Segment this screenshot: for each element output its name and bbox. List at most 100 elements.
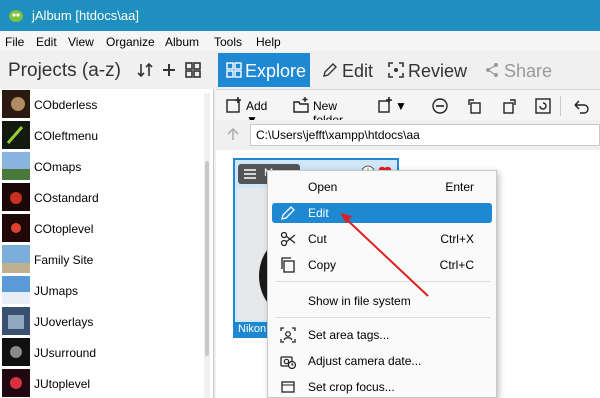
project-item[interactable]: JUsurround (0, 337, 200, 368)
add-button[interactable]: Add ▼ (226, 97, 282, 127)
tab-share[interactable]: Share (482, 53, 562, 87)
menu-item-label: Cut (308, 232, 327, 246)
add-page-icon (378, 97, 392, 113)
grid-view-icon[interactable] (184, 61, 202, 79)
project-name: JUsurround (34, 346, 97, 360)
menu-item-edit[interactable]: Edit (272, 203, 492, 223)
menu-item-set-crop-focus[interactable]: Set crop focus... (272, 377, 492, 397)
menu-bar: File Edit View Organize Album Tools Help (0, 31, 600, 51)
menu-file[interactable]: File (5, 35, 24, 49)
copy-icon (281, 257, 295, 273)
project-name: JUmaps (34, 284, 79, 298)
project-item[interactable]: CObderless (0, 89, 200, 120)
project-item[interactable]: JUoverlays (0, 306, 200, 337)
menu-edit[interactable]: Edit (36, 35, 57, 49)
projects-sidebar: Projects (a-z) CObderless COleftmenu COm… (0, 51, 214, 398)
project-name: COmaps (34, 160, 82, 174)
projects-header: Projects (a-z) (0, 51, 214, 89)
tag-area-icon (280, 327, 296, 343)
tab-review[interactable]: Review (386, 53, 470, 87)
sidebar-scrollbar[interactable] (204, 93, 210, 398)
menu-item-set-area-tags[interactable]: Set area tags... (272, 325, 492, 345)
menu-album[interactable]: Album (165, 35, 199, 49)
project-name: COtoplevel (34, 222, 94, 236)
rotate-right-icon[interactable] (500, 97, 518, 115)
menu-item-copy[interactable]: Copy Ctrl+C (272, 255, 492, 275)
project-name: JUtoplevel (34, 377, 91, 391)
scrollbar-thumb[interactable] (205, 161, 209, 356)
menu-view[interactable]: View (68, 35, 94, 49)
project-name: CObderless (34, 98, 98, 112)
tab-label: Edit (342, 61, 374, 81)
project-thumbnail (2, 338, 30, 366)
remove-icon[interactable] (431, 97, 449, 115)
menu-help[interactable]: Help (256, 35, 281, 49)
menu-item-label: Set area tags... (308, 328, 390, 342)
project-thumbnail (2, 307, 30, 335)
project-thumbnail (2, 369, 30, 397)
pencil-icon (323, 63, 337, 77)
project-item[interactable]: JUmaps (0, 275, 200, 306)
menu-tools[interactable]: Tools (214, 35, 242, 49)
sort-icon[interactable] (136, 61, 154, 79)
new-folder-button[interactable]: New folder (293, 97, 367, 127)
scissors-icon (280, 231, 296, 247)
menu-item-cut[interactable]: Cut Ctrl+X (272, 229, 492, 249)
window-title: jAlbum [htdocs\aa] (32, 8, 139, 23)
project-name: COleftmenu (34, 129, 99, 143)
project-thumbnail (2, 90, 30, 118)
rotate-left-icon[interactable] (466, 97, 484, 115)
project-item[interactable]: COmaps (0, 151, 200, 182)
refresh-icon[interactable] (534, 97, 552, 115)
add-icon[interactable] (160, 61, 178, 79)
menu-item-label: Adjust camera date... (308, 354, 422, 368)
menu-item-shortcut: Ctrl+X (440, 232, 474, 246)
menu-item-shortcut: Enter (445, 180, 474, 194)
project-thumbnail (2, 214, 30, 242)
undo-icon[interactable] (572, 97, 590, 115)
tab-explore[interactable]: Explore (218, 53, 310, 87)
project-item[interactable]: COtoplevel (0, 213, 200, 244)
add-image-icon (226, 97, 241, 113)
project-item[interactable]: JUtoplevel (0, 368, 200, 398)
project-name: COstandard (34, 191, 99, 205)
new-folder-icon (293, 97, 309, 113)
tab-edit[interactable]: Edit (320, 53, 384, 87)
hamburger-icon (244, 169, 256, 179)
menu-item-shortcut: Ctrl+C (439, 258, 474, 272)
grid-icon (226, 62, 242, 78)
menu-organize[interactable]: Organize (106, 35, 155, 49)
project-name: JUoverlays (34, 315, 94, 329)
menu-item-show-in-file-system[interactable]: Show in file system (272, 291, 492, 311)
menu-item-label: Open (308, 180, 338, 194)
menu-item-label: Edit (308, 206, 329, 220)
share-icon (486, 63, 498, 77)
menu-item-label: Set crop focus... (308, 380, 395, 394)
path-field[interactable]: C:\Users\jefft\xampp\htdocs\aa (250, 124, 600, 146)
pencil-icon (281, 206, 295, 220)
up-arrow-icon[interactable] (226, 127, 240, 141)
more-add-caret: ▼ (395, 99, 407, 113)
project-item[interactable]: COstandard (0, 182, 200, 213)
context-menu: Open Enter Edit Cut Ctrl+X Copy Ctrl+C S… (267, 170, 497, 398)
project-item[interactable]: COleftmenu (0, 120, 200, 151)
camera-date-icon (280, 356, 296, 369)
mode-tabs: Explore Edit Review Share (216, 51, 600, 89)
project-thumbnail (2, 183, 30, 211)
menu-item-open[interactable]: Open Enter (272, 177, 492, 197)
project-name: Family Site (34, 253, 94, 267)
jalbum-logo-icon (9, 10, 23, 22)
project-thumbnail (2, 152, 30, 180)
tab-label: Explore (245, 61, 307, 81)
project-thumbnail (2, 245, 30, 273)
menu-separator (276, 317, 490, 318)
explore-toolbar: Add ▼ New folder ▼ (216, 89, 600, 127)
tab-label: Review (408, 61, 468, 81)
menu-item-adjust-camera-date[interactable]: Adjust camera date... (272, 351, 492, 371)
project-item[interactable]: Family Site (0, 244, 200, 275)
crop-icon (281, 381, 295, 393)
tab-label: Share (504, 61, 553, 81)
menu-separator (276, 281, 490, 282)
more-add-button[interactable]: ▼ (377, 97, 411, 115)
project-thumbnail (2, 276, 30, 304)
